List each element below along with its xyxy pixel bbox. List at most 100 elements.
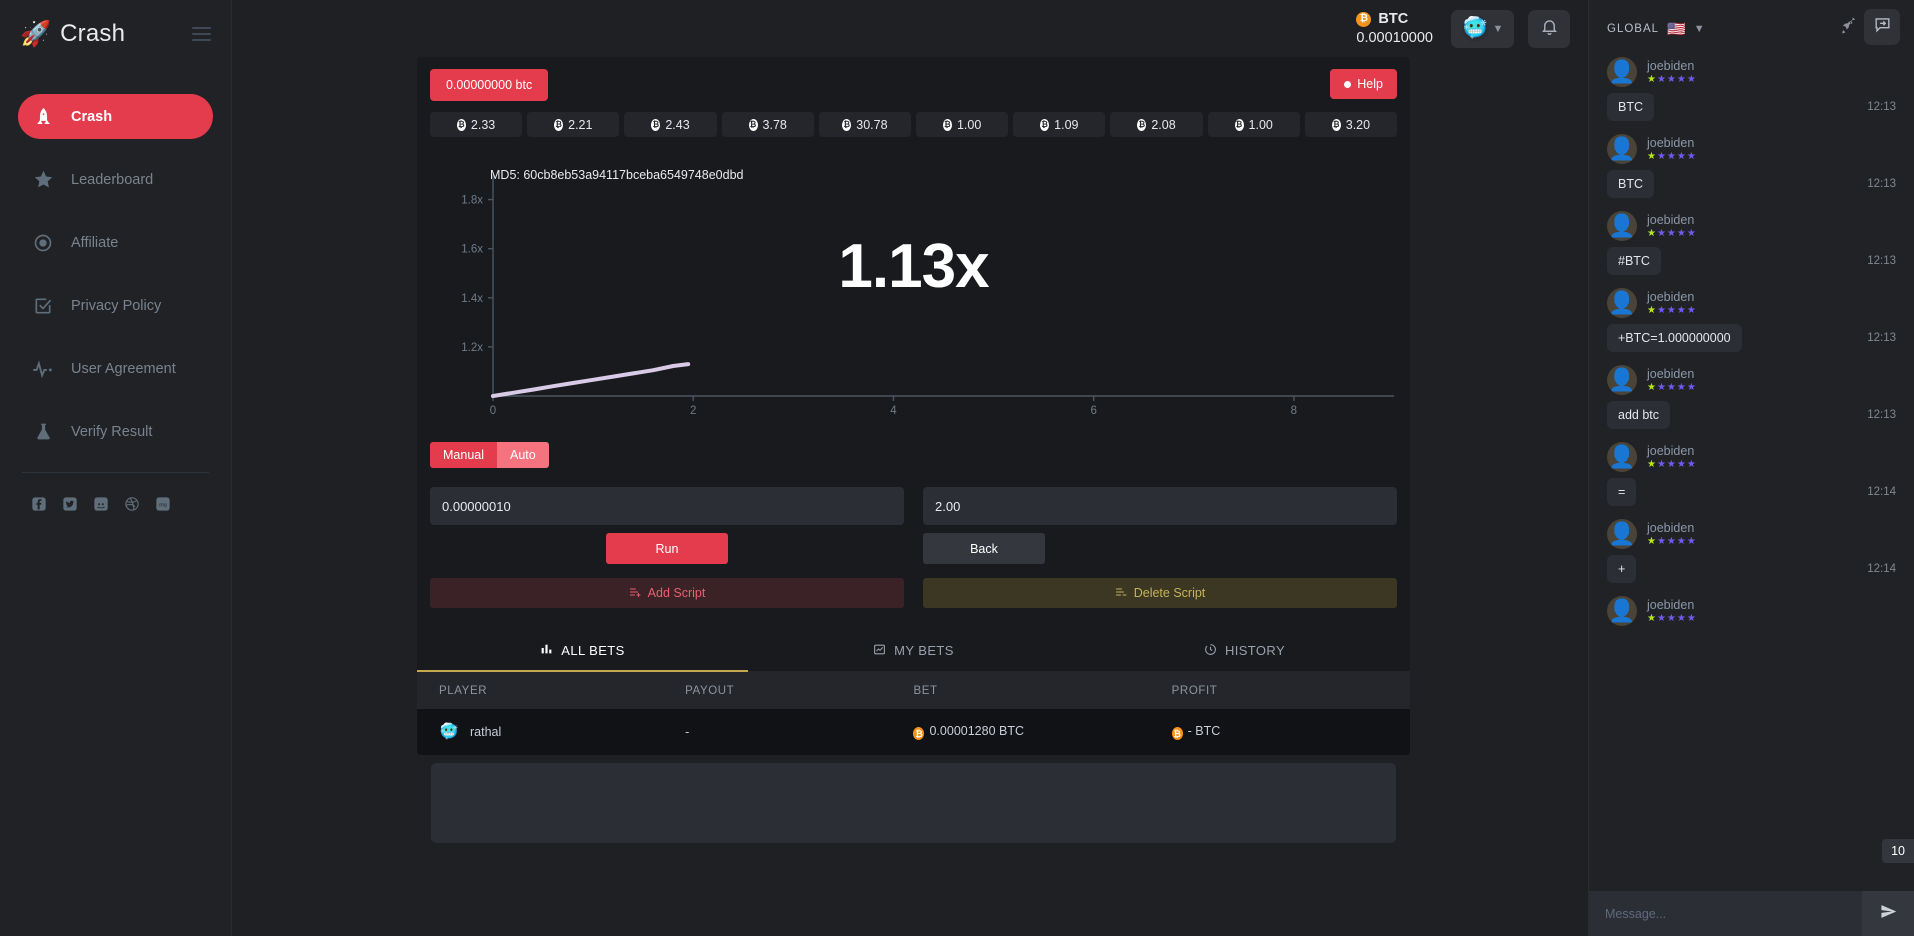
current-multiplier: 1.13x	[838, 232, 989, 301]
multiplier-history-item[interactable]: ₿ 2.08	[1110, 112, 1203, 137]
sidebar-item-leaderboard[interactable]: Leaderboard	[18, 157, 213, 202]
column-header-bet: BET	[913, 672, 1172, 709]
svg-text:8: 8	[1291, 405, 1297, 417]
multiplier-history-item[interactable]: ₿ 30.78	[818, 112, 912, 137]
bell-icon	[1540, 17, 1559, 41]
sidebar-item-privacy-policy[interactable]: Privacy Policy	[18, 283, 213, 328]
table-row[interactable]: 🥶 rathal - ₿ 0.00001280 BTC ₿ - BTC	[417, 709, 1410, 755]
tab-manual[interactable]: Manual	[430, 442, 497, 468]
notifications-button[interactable]	[1528, 9, 1570, 48]
bet-mode-tabs: Manual Auto	[430, 442, 1397, 468]
svg-text:2: 2	[690, 405, 696, 417]
flask-icon	[32, 421, 54, 443]
multiplier-history-item[interactable]: ₿ 1.00	[916, 112, 1009, 137]
user-rating-stars: ★★★★★	[1647, 305, 1697, 316]
cell-player: rathal	[470, 725, 502, 739]
dribbble-icon[interactable]	[123, 495, 140, 512]
user-rating-stars: ★★★★★	[1647, 613, 1697, 624]
chat-toggle-button[interactable]	[1864, 9, 1900, 45]
chat-username[interactable]: joebiden	[1647, 598, 1697, 612]
chat-input-row	[1589, 891, 1914, 936]
chat-username[interactable]: joebiden	[1647, 290, 1697, 304]
btc-coin-icon: ₿	[1040, 118, 1050, 131]
sidebar-brand-row: 🚀 Crash	[0, 0, 231, 68]
chat-messages[interactable]: 👤 joebiden ★★★★★ BTC 12:13 👤 joebiden ★★…	[1589, 57, 1914, 891]
chat-message: 👤 joebiden ★★★★★ BTC 12:13	[1607, 134, 1896, 198]
chat-message-input[interactable]	[1589, 891, 1862, 936]
twitter-icon[interactable]	[61, 495, 78, 512]
script-icon	[629, 586, 641, 601]
rocket-icon[interactable]	[1839, 16, 1858, 41]
chat-username[interactable]: joebiden	[1647, 213, 1697, 227]
chat-username[interactable]: joebiden	[1647, 521, 1697, 535]
avatar: 👤	[1607, 211, 1637, 241]
discord-icon[interactable]	[92, 495, 109, 512]
tab-my-bets[interactable]: MY BETS	[748, 629, 1079, 671]
tab-auto[interactable]: Auto	[497, 442, 549, 468]
user-menu-button[interactable]: 🥶 ▼	[1451, 9, 1514, 48]
mq-icon[interactable]: mq	[154, 495, 171, 512]
avatar: 👤	[1607, 442, 1637, 472]
btc-coin-icon: ₿	[1234, 118, 1244, 131]
bet-actions-row: Run Back	[417, 525, 1410, 564]
tab-all-bets[interactable]: ALL BETS	[417, 629, 748, 672]
cell-bet: 0.00001280 BTC	[929, 723, 1024, 738]
bet-amount-input[interactable]	[430, 487, 904, 525]
btc-coin-icon: ₿	[1356, 11, 1372, 27]
chat-username[interactable]: joebiden	[1647, 444, 1697, 458]
sidebar-item-label: Crash	[71, 108, 113, 125]
multiplier-history-item[interactable]: ₿ 1.09	[1013, 112, 1106, 137]
delete-script-button[interactable]: Delete Script	[923, 578, 1397, 608]
brand[interactable]: 🚀 Crash	[20, 20, 125, 48]
rocket-icon	[32, 106, 54, 128]
send-button[interactable]	[1862, 891, 1914, 936]
sidebar-item-user-agreement[interactable]: User Agreement	[18, 346, 213, 391]
tab-history[interactable]: HISTORY	[1079, 629, 1410, 671]
multiplier-value: 1.00	[956, 117, 982, 132]
hamburger-menu-icon[interactable]	[192, 27, 211, 41]
auto-cashout-input[interactable]	[923, 487, 1397, 525]
sidebar-item-affiliate[interactable]: Affiliate	[18, 220, 213, 265]
delete-script-label: Delete Script	[1133, 586, 1206, 600]
user-rating-stars: ★★★★★	[1647, 74, 1697, 85]
add-script-button[interactable]: Add Script	[430, 578, 904, 608]
chart-md5-label: MD5: 60cb8eb53a94117bceba6549748e0dbd	[490, 168, 744, 182]
chat-message-text: add btc	[1607, 401, 1671, 429]
help-button[interactable]: Help	[1330, 69, 1397, 99]
chat-username[interactable]: joebiden	[1647, 136, 1697, 150]
chat-username[interactable]: joebiden	[1647, 367, 1697, 381]
multiplier-history-item[interactable]: ₿ 2.33	[430, 112, 523, 137]
column-header-payout: PAYOUT	[685, 672, 914, 709]
us-flag-icon[interactable]: 🇺🇸	[1667, 20, 1686, 38]
avatar: 🥶	[439, 723, 459, 740]
avatar: 👤	[1607, 365, 1637, 395]
btc-coin-icon: ₿	[456, 118, 466, 131]
btc-coin-icon: ₿	[554, 118, 564, 131]
balance-display[interactable]: ₿ BTC 0.00010000	[1356, 10, 1433, 46]
back-button[interactable]: Back	[923, 533, 1045, 564]
bets-tabs: ALL BETS MY BETS HISTORY	[417, 629, 1410, 672]
multiplier-history-item[interactable]: ₿ 2.43	[624, 112, 717, 137]
bottom-panel	[431, 763, 1396, 843]
unread-count-badge[interactable]: 10	[1882, 839, 1914, 863]
column-header-player: PLAYER	[417, 672, 686, 709]
run-button[interactable]: Run	[606, 533, 728, 564]
sidebar-item-verify-result[interactable]: Verify Result	[18, 409, 213, 454]
btc-coin-icon: ₿	[748, 118, 758, 131]
chat-username[interactable]: joebiden	[1647, 59, 1697, 73]
avatar: 🥶	[1461, 15, 1489, 42]
chat-message-text: BTC	[1607, 170, 1654, 198]
multiplier-history-item[interactable]: ₿ 1.00	[1207, 112, 1300, 137]
chat-message-time: 12:13	[1867, 255, 1896, 267]
chat-toggle-icon	[1873, 15, 1892, 39]
multiplier-history-item[interactable]: ₿ 3.78	[721, 112, 814, 137]
facebook-icon[interactable]	[30, 495, 47, 512]
crash-chart: 1.2x 1.4x 1.6x 1.8x 0 2 4 6 8 MD5: 60cb8eb53a941…	[430, 149, 1397, 432]
chat-message-text: =	[1607, 478, 1637, 506]
sidebar-item-crash[interactable]: Crash	[18, 94, 213, 139]
multiplier-history-item[interactable]: ₿ 2.21	[527, 112, 620, 137]
chevron-down-icon[interactable]: ▼	[1694, 23, 1705, 35]
chat-message: 👤 joebiden ★★★★★ + 12:14	[1607, 519, 1896, 583]
app-root: 🚀 Crash Crash Leaderboard Affiliate Priv…	[0, 0, 1914, 936]
multiplier-history-item[interactable]: ₿ 3.20	[1304, 112, 1398, 137]
